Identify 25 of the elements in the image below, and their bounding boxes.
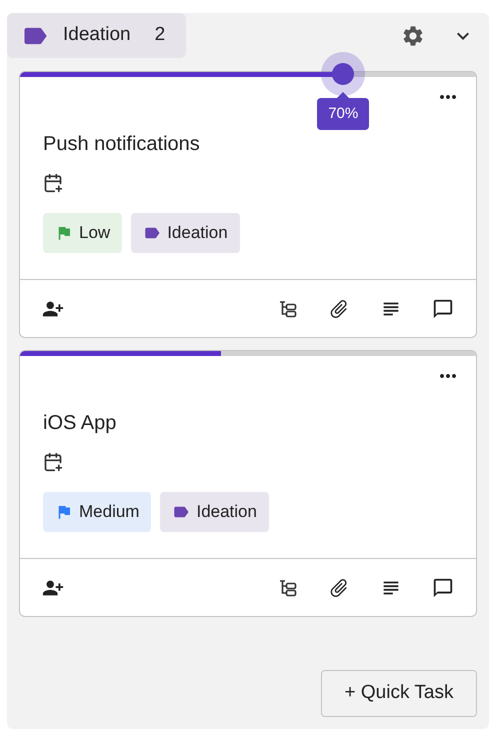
- calendar-plus-icon[interactable]: [43, 452, 63, 472]
- settings-icon[interactable]: [401, 24, 425, 48]
- priority-label: Medium: [79, 501, 140, 524]
- comment-icon[interactable]: [432, 298, 454, 320]
- tag-chip[interactable]: Ideation: [160, 492, 269, 532]
- column-title: Ideation: [63, 23, 131, 48]
- subtasks-icon[interactable]: [278, 578, 298, 598]
- column-header-chip[interactable]: Ideation 2: [7, 13, 186, 58]
- progress-handle[interactable]: [321, 52, 366, 96]
- tag-label: Ideation: [167, 222, 228, 244]
- priority-chip[interactable]: Low: [43, 213, 122, 253]
- tag-chip[interactable]: Ideation: [131, 213, 240, 253]
- progress-track[interactable]: [20, 351, 476, 356]
- task-title: Push notifications: [43, 132, 201, 157]
- priority-chip[interactable]: Medium: [43, 492, 152, 532]
- calendar-plus-icon[interactable]: [43, 173, 63, 193]
- quick-task-button[interactable]: + Quick Task: [321, 670, 477, 717]
- progress-track[interactable]: [20, 72, 476, 77]
- tag-label: Ideation: [196, 501, 257, 524]
- subtasks-icon[interactable]: [278, 298, 298, 318]
- comment-icon[interactable]: [432, 576, 454, 598]
- task-title: iOS App: [43, 411, 118, 436]
- priority-label: Low: [79, 222, 110, 244]
- progress-tooltip: 70%: [317, 92, 370, 130]
- column-count: 2: [154, 23, 166, 48]
